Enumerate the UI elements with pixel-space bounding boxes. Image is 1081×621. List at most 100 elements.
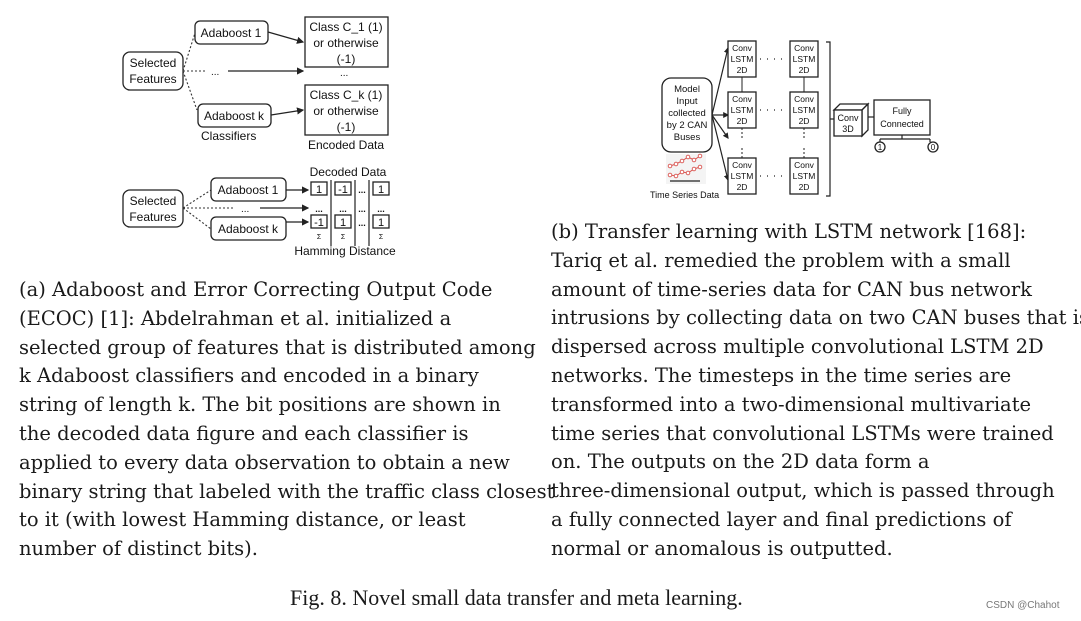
bit-value: ... [315,204,323,214]
convlstm-label: Conv [794,160,815,170]
caption-line: transformed into a two-dimensional multi… [551,392,1032,416]
time-series-point [673,161,679,167]
time-series-point [667,172,673,178]
conv3d-node: Conv 3D [832,102,870,138]
convlstm-label: 2D [799,116,810,126]
convlstm-label: Conv [732,94,753,104]
encoded-data-label: Encoded Data [308,138,384,152]
caption-line: (a) Adaboost and Error Correcting Output… [19,278,493,301]
caption-line: selected group of features that is distr… [19,335,536,359]
time-series-point [667,163,673,169]
time-series-icon [666,153,706,184]
caption-line: binary string that labeled with the traf… [19,479,555,503]
caption-line: number of distinct bits). [19,537,258,561]
convlstm-label: LSTM [731,105,754,115]
model-input-line-4: by 2 CAN [667,120,708,131]
convlstm-label: Conv [794,94,815,104]
model-input-line-2: Input [676,96,697,107]
caption-line: Tariq et al. remedied the problem with a… [551,248,1011,272]
time-series-point [679,158,685,164]
selected-features-line-1: Selected [130,56,177,70]
convlstm-label: LSTM [793,105,816,115]
class-ck-line-1: Class C_k (1) [310,88,383,102]
bit-value: 1 [340,217,346,229]
convlstm-label: 2D [799,182,810,192]
conv3d-line-2: 3D [842,124,854,134]
sigma-symbol: Σ [341,234,346,241]
bit-value: ... [377,204,385,214]
adaboost-k-label: Adaboost k [204,109,265,123]
sigma-symbol: Σ [317,234,322,241]
caption-line: time series that convolutional LSTMs wer… [551,421,1054,445]
bit-value: ... [358,185,366,195]
sigma-symbol: Σ [379,234,384,241]
adaboost-k-label: Adaboost k [218,222,279,236]
time-series-label: Time Series Data [650,190,719,200]
time-series-point [685,154,691,160]
convlstm-label: 2D [799,65,810,75]
convlstm-label: 2D [737,65,748,75]
bit-value: 1 [378,217,384,229]
convlstm-label: Conv [732,160,753,170]
caption-line: (b) Transfer learning with LSTM network … [551,220,1027,243]
bit-value: ... [339,204,347,214]
caption-line: on. The outputs on the 2D data form a [551,450,930,474]
caption-b: (b) Transfer learning with LSTM network … [551,218,1081,564]
convlstm-label: Conv [732,43,753,53]
convlstm-label: LSTM [731,171,754,181]
caption-line: the decoded data figure and each classif… [19,421,469,445]
decoded-grid: 1 -1... 1......... ... -1 1... 1 Σ Σ Σ [310,181,390,241]
bit-value: ... [358,218,366,228]
convlstm-label: 2D [737,116,748,126]
model-input-line-5: Buses [674,132,701,143]
decoded-data-label: Decoded Data [310,165,387,179]
class-c1-line-2: or otherwise [313,36,379,50]
time-series-point [685,170,691,176]
caption-line: string of length k. The bit positions ar… [19,393,501,417]
convlstm-label: LSTM [793,54,816,64]
convlstm-grid: ConvLSTM2DConvLSTM2DConvLSTM2DConvLSTM2D… [727,40,819,195]
ellipsis: ... [340,68,348,79]
figure-a-diagram: Selected Features ... Adaboost 1 Adaboos… [122,16,396,258]
bit-value: ... [358,204,366,214]
time-series-point [691,166,697,172]
convlstm-label: LSTM [793,171,816,181]
caption-line: normal or anomalous is outputted. [551,536,893,560]
adaboost-1-label: Adaboost 1 [201,26,262,40]
output-1-label: 1 [878,143,883,152]
model-input-line-3: collected [668,108,706,119]
time-series-point [697,153,703,159]
time-series-point [679,169,685,175]
bit-value: 1 [378,184,384,196]
figure-b-diagram: Model Input collected by 2 CAN Buses Tim… [650,40,939,200]
figure-title: Fig. 8. Novel small data transfer and me… [290,585,743,610]
adaboost-1-label: Adaboost 1 [218,183,279,197]
caption-line: networks. The timesteps in the time seri… [551,363,1012,387]
ellipsis: ... [241,204,249,215]
classifiers-label: Classifiers [201,129,256,143]
class-ck-line-3: (-1) [337,120,356,134]
time-series-point [673,173,679,179]
caption-line: applied to every data observation to obt… [19,450,510,474]
caption-line: dispersed across multiple convolutional … [551,335,1044,359]
selected-features-line-1: Selected [130,194,177,208]
bit-value: -1 [338,184,348,196]
bit-value: 1 [316,184,322,196]
selected-features-line-2: Features [129,72,176,86]
caption-line: k Adaboost classifiers and encoded in a … [19,364,479,388]
fully-connected-line-1: Fully [892,106,912,116]
fully-connected-line-2: Connected [880,119,924,129]
convlstm-label: Conv [794,43,815,53]
caption-line: amount of time-series data for CAN bus n… [551,277,1032,301]
class-ck-line-2: or otherwise [313,104,379,118]
time-series-point [691,157,697,163]
caption-line: to it (with lowest Hamming distance, or … [19,508,466,532]
caption-line: three-dimensional output, which is passe… [551,479,1055,503]
caption-line: (ECOC) [1]: Abdelrahman et al. initializ… [19,306,452,330]
decode-diagram: Decoded Data Selected Features ... Adabo… [122,165,396,258]
hamming-distance-label: Hamming Distance [294,244,396,258]
caption-line: a fully connected layer and final predic… [551,507,1012,531]
time-series-point [697,164,703,170]
selected-features-line-2: Features [129,210,176,224]
caption-a: (a) Adaboost and Error Correcting Output… [19,276,554,564]
